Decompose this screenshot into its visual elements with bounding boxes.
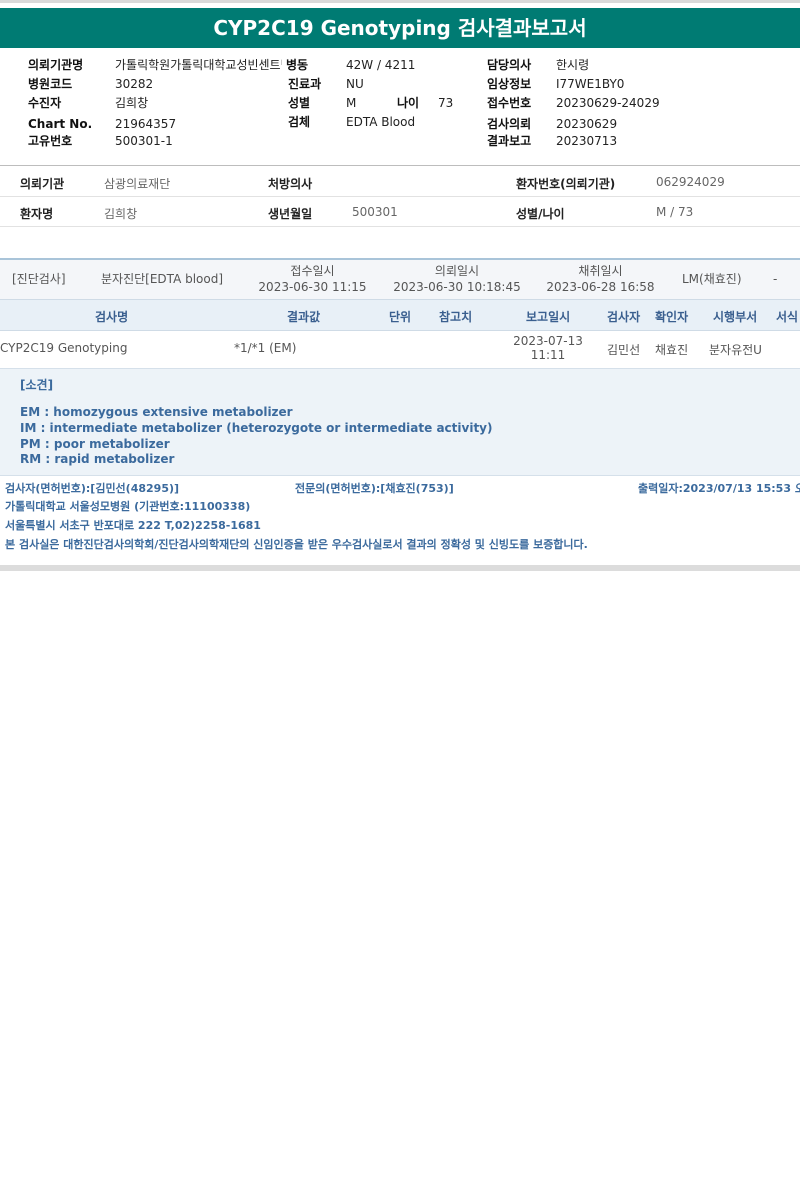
header-value-unique-no: 500301-1 xyxy=(115,134,173,148)
remark-line: PM : poor metabolizer xyxy=(20,437,170,451)
summary-dash: - xyxy=(773,272,778,286)
header-label-receipt-no: 접수번호 xyxy=(487,96,532,110)
summary-received-value: 2023-06-30 11:15 xyxy=(258,280,367,294)
column-header-result: 결과값 xyxy=(287,310,321,324)
patient-label-name: 환자명 xyxy=(20,207,54,221)
column-header-confirmer: 확인자 xyxy=(655,310,689,324)
header-label-clinical-info: 임상정보 xyxy=(487,77,532,91)
column-header-unit: 단위 xyxy=(389,310,412,324)
header-value-institution-name: 가톨릭학원가톨릭대학교성빈센트병원 xyxy=(115,58,282,72)
header-value-report-date: 20230713 xyxy=(556,134,618,148)
remarks-body: EM : homozygous extensive metabolizer IM… xyxy=(0,398,800,476)
header-value-clinical-info: I77WE1BY0 xyxy=(556,77,625,91)
header-value-patient: 김희창 xyxy=(115,96,149,110)
column-header-dept: 시행부서 xyxy=(713,310,758,324)
cell-test: CYP2C19 Genotyping xyxy=(0,341,128,355)
column-header-tester: 검사자 xyxy=(607,310,641,324)
cell-report-time: 11:11 xyxy=(530,348,566,362)
cell-result: *1/*1 (EM) xyxy=(234,341,297,355)
header-value-sex: M xyxy=(346,96,357,110)
footer-specialist: 전문의(면허번호):[채효진(753)] xyxy=(295,482,454,495)
remarks-title: [소견] xyxy=(20,378,54,392)
header-label-specimen: 검체 xyxy=(288,115,311,129)
header-value-specimen: EDTA Blood xyxy=(346,115,416,129)
cell-dept: 분자유전U xyxy=(709,343,762,357)
patient-label-doctor: 처방의사 xyxy=(268,177,313,191)
header-value-ward: 42W / 4211 xyxy=(346,58,416,72)
report-title: CYP2C19 Genotyping 검사결과보고서 xyxy=(0,8,800,48)
header-label-chart-no: Chart No. xyxy=(28,117,93,131)
patient-label-patient-no: 환자번호(의뢰기관) xyxy=(516,177,616,191)
header-label-department: 진료과 xyxy=(288,77,322,91)
header-value-doctor: 한시령 xyxy=(556,58,590,72)
header-label-sex: 성별 xyxy=(288,96,311,110)
summary-specimen: 분자진단[EDTA blood] xyxy=(101,272,224,286)
header-value-chart-no: 21964357 xyxy=(115,117,177,131)
summary-confirmer: LM(채효진) xyxy=(682,272,742,286)
header-value-request-date: 20230629 xyxy=(556,117,618,131)
column-header-format: 서식 xyxy=(776,310,799,324)
patient-label-institution: 의뢰기관 xyxy=(20,177,65,191)
summary-requested-value: 2023-06-30 10:18:45 xyxy=(393,280,521,294)
patient-value-patient-no: 062924029 xyxy=(656,175,725,189)
header-label-report-date: 결과보고 xyxy=(487,134,532,148)
cell-confirmer: 채효진 xyxy=(655,343,689,357)
row-divider xyxy=(0,226,800,227)
cell-tester: 김민선 xyxy=(607,343,641,357)
bottom-border xyxy=(0,565,800,571)
header-label-hospital-code: 병원코드 xyxy=(28,77,73,91)
header-label-doctor: 담당의사 xyxy=(487,58,532,72)
header-label-request-date: 검사의뢰 xyxy=(487,117,532,131)
header-value-hospital-code: 30282 xyxy=(115,77,154,91)
column-header-reference: 참고치 xyxy=(439,310,473,324)
column-header-test: 검사명 xyxy=(95,310,129,324)
remark-line: EM : homozygous extensive metabolizer xyxy=(20,405,293,419)
header-value-age: 73 xyxy=(438,96,454,110)
row-divider xyxy=(0,196,800,197)
patient-value-institution: 삼광의료재단 xyxy=(104,177,171,191)
cell-report-date: 2023-07-13 xyxy=(513,334,583,348)
summary-category: [진단검사] xyxy=(12,272,66,286)
test-summary-bar: [진단검사] 분자진단[EDTA blood] 접수일시 2023-06-30 … xyxy=(0,258,800,301)
footer-certification: 본 검사실은 대한진단검사의학회/진단검사의학재단의 신임인증을 받은 우수검사… xyxy=(5,538,588,551)
footer-hospital: 가톨릭대학교 서울성모병원 (기관번호:11100338) xyxy=(5,500,251,513)
header-value-receipt-no: 20230629-24029 xyxy=(556,96,660,110)
summary-received-label: 접수일시 xyxy=(290,264,335,278)
header-label-institution-name: 의뢰기관명 xyxy=(28,58,84,72)
top-border xyxy=(0,0,800,3)
result-table-header: 검사명 결과값 단위 참고치 보고일시 검사자 확인자 시행부서 서식 xyxy=(0,299,800,331)
patient-label-birth: 생년월일 xyxy=(268,207,313,221)
footer-tester: 검사자(면허번호):[김민선(48295)] xyxy=(5,482,180,495)
remark-line: RM : rapid metabolizer xyxy=(20,452,175,466)
remark-line: IM : intermediate metabolizer (heterozyg… xyxy=(20,421,493,435)
divider xyxy=(0,165,800,166)
patient-value-name: 김희창 xyxy=(104,207,138,221)
footer-printed-date: 출력일자:2023/07/13 15:53 오후 xyxy=(638,482,800,495)
patient-label-sex-age: 성별/나이 xyxy=(516,207,565,221)
header-label-age: 나이 xyxy=(397,96,420,110)
header-label-ward: 병동 xyxy=(286,58,309,72)
footer-address: 서울특별시 서초구 반포대로 222 T,02)2258-1681 xyxy=(5,519,261,532)
summary-requested-label: 의뢰일시 xyxy=(434,264,480,278)
header-label-patient: 수진자 xyxy=(28,96,62,110)
header-value-department: NU xyxy=(346,77,364,91)
patient-value-sex-age: M / 73 xyxy=(656,205,694,219)
patient-value-birth: 500301 xyxy=(352,205,398,219)
summary-collected-value: 2023-06-28 16:58 xyxy=(546,280,655,294)
column-header-report-date: 보고일시 xyxy=(526,310,571,324)
remarks-header: [소견] xyxy=(0,368,800,399)
header-label-unique-no: 고유번호 xyxy=(28,134,73,148)
summary-collected-label: 채취일시 xyxy=(578,264,623,278)
